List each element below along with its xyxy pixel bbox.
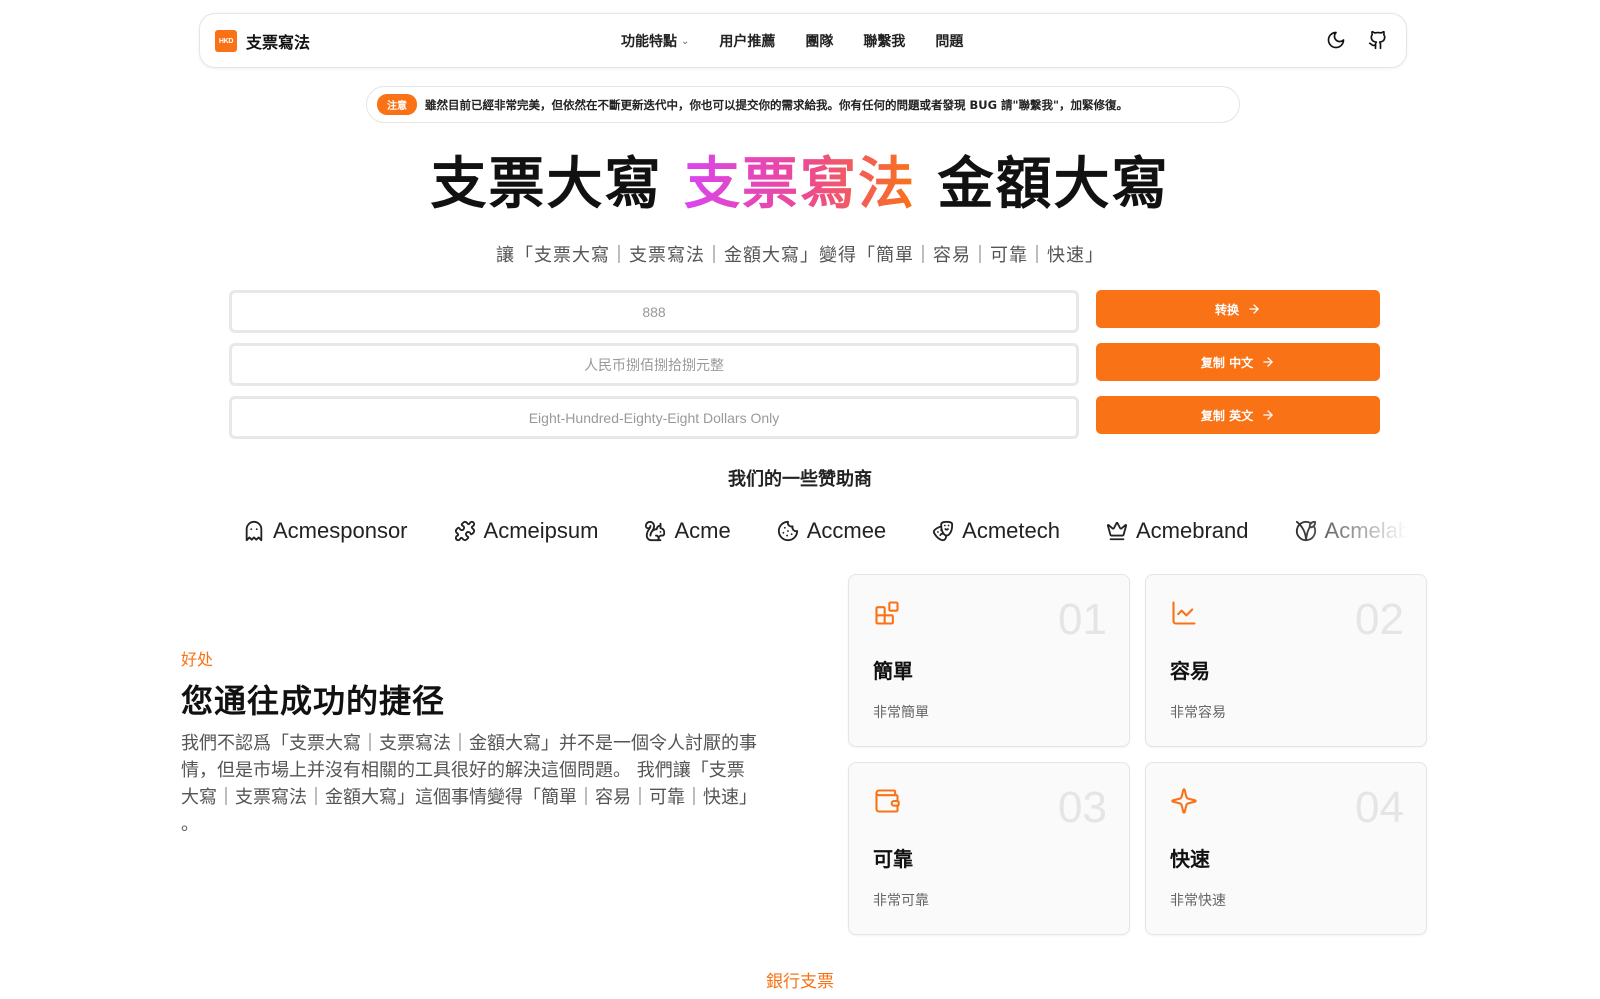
moon-icon[interactable]	[1326, 30, 1346, 50]
benefit-card: 02 容易 非常容易	[1145, 574, 1427, 747]
nav-item-label: 功能特點	[621, 34, 677, 50]
benefit-card: 03 可靠 非常可靠	[848, 762, 1130, 935]
sponsors-title: 我们的一些赞助商	[728, 469, 872, 490]
sponsor-marquee: Acmesponsor Acmeipsum Acme Accmee Acmete…	[243, 515, 1408, 547]
github-icon[interactable]	[1368, 30, 1388, 50]
drama-icon	[932, 520, 954, 542]
card-number: 01	[1058, 595, 1107, 644]
card-number: 03	[1058, 783, 1107, 832]
main-nav: 功能特點 ⌄ 用户推薦 團隊 聯繫我 問題	[621, 31, 963, 51]
chinese-result-field	[229, 343, 1079, 386]
nav-item-contact[interactable]: 聯繫我	[863, 31, 905, 51]
copy-english-label: 复制 英文	[1200, 408, 1254, 423]
amount-input[interactable]	[232, 293, 1076, 330]
notice-text: 雖然目前已經非常完美，但依然在不斷更新迭代中，你也可以提交你的需求給我。你有任何…	[425, 97, 1129, 112]
card-title: 容易	[1170, 659, 1210, 683]
hero-subtitle: 讓「支票大寫｜支票寫法｜金額大寫」變得「簡單｜容易｜可靠｜快速」	[496, 245, 1104, 266]
sponsor-name: Accmee	[806, 518, 887, 543]
ghost-icon	[243, 520, 265, 542]
crown-icon	[1106, 520, 1128, 542]
benefit-card: 01 簡單 非常簡單	[848, 574, 1130, 747]
nav-item-faq[interactable]: 問題	[935, 31, 963, 51]
sponsor-name: Acmeipsum	[483, 518, 599, 543]
puzzle-icon	[454, 520, 476, 542]
copy-english-button[interactable]: 复制 英文	[1096, 396, 1380, 434]
sponsor-item[interactable]: Accmee	[777, 518, 886, 544]
benefits-title: 您通往成功的捷径	[181, 682, 446, 720]
card-number: 04	[1355, 783, 1404, 832]
sponsor-item[interactable]: Acmebrand	[1106, 518, 1249, 544]
blocks-icon	[873, 599, 901, 627]
sponsor-name: Acmelabs	[1324, 518, 1408, 543]
notice-badge: 注意	[377, 94, 417, 115]
arrow-right-icon	[1263, 410, 1273, 420]
chinese-result-input[interactable]	[232, 346, 1076, 383]
sponsor-name: Acme	[674, 518, 731, 543]
hero-title: 支票大寫 支票寫法 金額大寫	[0, 150, 1600, 220]
notice-banner: 注意 雖然目前已經非常完美，但依然在不斷更新迭代中，你也可以提交你的需求給我。你…	[366, 86, 1240, 123]
benefit-card: 04 快速 非常快速	[1145, 762, 1427, 935]
english-result-input[interactable]	[232, 399, 1076, 436]
card-number: 02	[1355, 595, 1404, 644]
hero-title-highlight: 支票寫法	[684, 152, 916, 217]
copy-chinese-label: 复制 中文	[1200, 355, 1254, 370]
card-description: 非常容易	[1170, 705, 1226, 721]
arrow-right-icon	[1263, 357, 1273, 367]
sponsor-item[interactable]: Acme	[644, 518, 731, 544]
nav-item-team[interactable]: 團隊	[805, 31, 833, 51]
benefits-eyebrow: 好处	[181, 650, 214, 669]
line-chart-icon	[1170, 599, 1198, 627]
sponsor-item[interactable]: Acmesponsor	[243, 518, 408, 544]
card-title: 可靠	[873, 847, 913, 871]
card-title: 快速	[1170, 847, 1210, 871]
squirrel-icon	[644, 520, 666, 542]
convert-button-label: 转换	[1214, 302, 1239, 317]
brand-name: 支票寫法	[246, 33, 311, 52]
nav-item-features[interactable]: 功能特點 ⌄	[621, 31, 689, 51]
sponsor-item[interactable]: Acmeipsum	[454, 518, 599, 544]
benefits-description: 我們不認爲「支票大寫｜支票寫法｜金額大寫」并不是一個令人討厭的事情，但是市場上并…	[181, 733, 757, 835]
brand-link[interactable]: HKD 支票寫法	[215, 29, 310, 53]
nav-item-testimonials[interactable]: 用户推薦	[719, 31, 775, 51]
sponsor-name: Acmetech	[962, 518, 1060, 543]
cookie-icon	[777, 520, 799, 542]
card-description: 非常簡單	[873, 705, 929, 721]
english-result-field	[229, 396, 1079, 439]
sponsor-item[interactable]: Acmetech	[932, 518, 1060, 544]
sponsor-item[interactable]: Acmelabs	[1295, 518, 1408, 544]
copy-chinese-button[interactable]: 复制 中文	[1096, 343, 1380, 381]
hero-title-part1: 支票大寫	[430, 152, 663, 217]
sponsor-name: Acmebrand	[1136, 518, 1249, 543]
navbar: HKD 支票寫法 功能特點 ⌄ 用户推薦 團隊 聯繫我 問題	[199, 13, 1407, 68]
arrow-right-icon	[1249, 304, 1259, 314]
nav-actions	[1326, 30, 1388, 50]
card-description: 非常可靠	[873, 893, 929, 909]
amount-field	[229, 290, 1079, 333]
wallet-icon	[873, 787, 901, 815]
sponsor-name: Acmesponsor	[273, 518, 408, 543]
sparkle-icon	[1170, 787, 1198, 815]
card-description: 非常快速	[1170, 893, 1226, 909]
card-title: 簡單	[873, 659, 913, 683]
vegan-icon	[1295, 520, 1317, 542]
convert-button[interactable]: 转换	[1096, 290, 1380, 328]
next-section-label: 銀行支票	[766, 972, 834, 992]
brand-logo: HKD	[215, 30, 237, 52]
chevron-down-icon: ⌄	[681, 35, 690, 47]
hero-title-part3: 金額大寫	[937, 152, 1170, 217]
